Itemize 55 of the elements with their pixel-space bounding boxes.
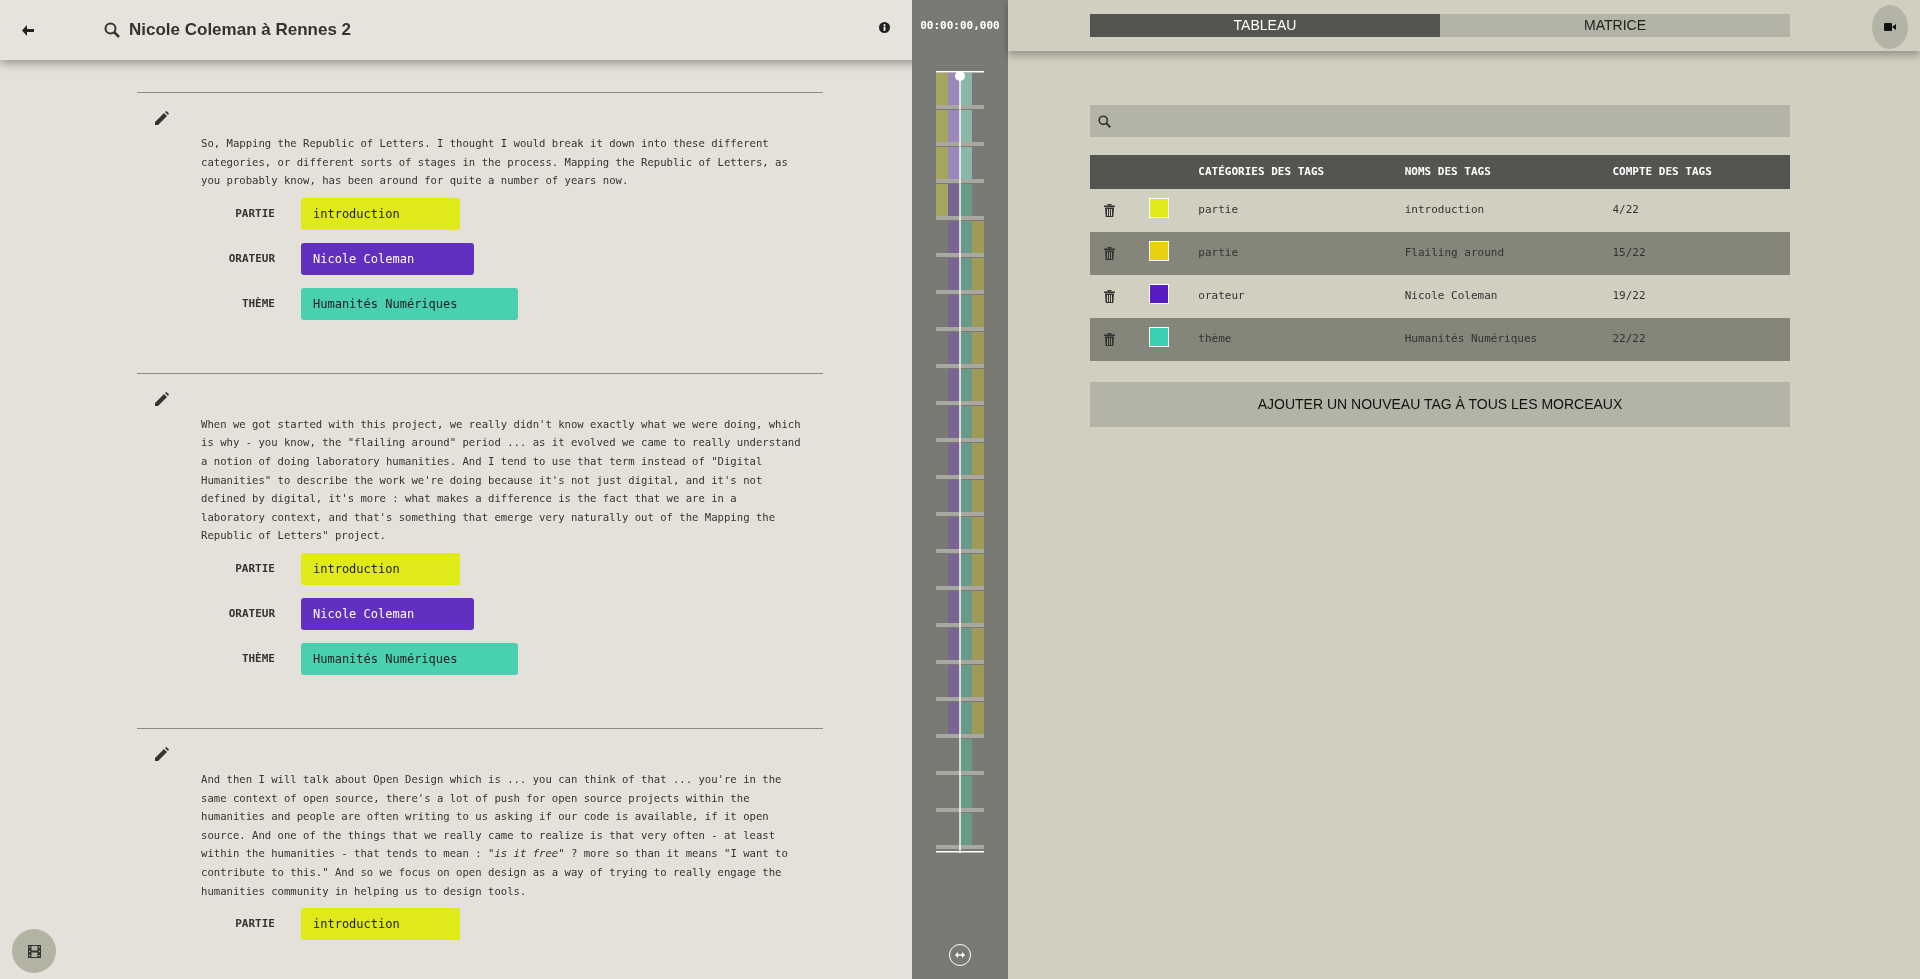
table-cell: Flailing around xyxy=(1403,232,1612,275)
view-tab[interactable]: MATRICE xyxy=(1440,14,1790,37)
tag-category: THÈME xyxy=(240,650,275,667)
tag-chip[interactable]: Humanités Numériques xyxy=(301,642,518,675)
table-cell: Humanités Numériques xyxy=(1403,318,1612,361)
add-tag-button[interactable]: AJOUTER UN NOUVEAU TAG À TOUS LES MORCEAUX xyxy=(1090,382,1790,427)
transcript-paragraph: And then I will talk about Open Design which is ... you can think of that ... you're in the same context of open source, there's a lot of push for open source projects within the humanities and people are often writing to us asking if our code is available, if it open source. And one of the things that we really came to realize is that very often - at least within the humanities - that tends to mean : "is it free" ? more so than it means "I want to contribute to this." And so we focus on open design as a way of trying to really engage the humanities community in helping us to design tools. xyxy=(201,771,789,899)
view-tab[interactable]: TABLEAU xyxy=(1090,14,1440,37)
info-icon[interactable] xyxy=(879,21,890,33)
tag-category: ORATEUR xyxy=(227,250,275,267)
table-cell: Nicole Coleman xyxy=(1403,275,1612,318)
column-header: NOMS DES TAGS xyxy=(1403,155,1612,189)
table-cell: 22/22 xyxy=(1611,318,1790,361)
tag-chip[interactable]: Humanités Numériques xyxy=(301,287,518,320)
transcript-paragraph: So, Mapping the Republic of Letters. I thought I would break it down into these different categories, or different sorts of stages in the process. Mapping the Republic of Letters, as you probably know, has been around for quite a number of years now. xyxy=(201,136,789,189)
film-button[interactable] xyxy=(12,929,56,973)
trash-icon[interactable] xyxy=(1104,203,1115,217)
back-arrow-icon[interactable] xyxy=(22,24,34,36)
arrows-icon xyxy=(955,952,965,958)
video-button[interactable] xyxy=(1872,5,1908,49)
search-field[interactable] xyxy=(1090,105,1790,137)
tag-chip[interactable]: introduction xyxy=(301,908,460,941)
video-camera-icon xyxy=(1884,23,1896,31)
timeline-drawing[interactable] xyxy=(936,70,984,853)
tag-category: PARTIE xyxy=(234,915,275,932)
pencil-icon[interactable] xyxy=(155,391,169,406)
transcript-paragraph: When we got started with this project, we really didn't know exactly what we were doing, which is why - you know, the "flailing around" period ... as it evolved we came to really understand a notion of doing laboratory humanities. And I tend to use that term instead of "Digital Humanities" to describe the work we're doing because it's not just digital, and it's not defined by digital, it's more : what makes a difference is the fact that we are in a laboratory context, and that's something that emerge very naturally out of the Mapping the Republic of Letters" project. xyxy=(201,416,801,544)
table-cell: partie xyxy=(1197,189,1404,232)
column-header: CATÉGORIES DES TAGS xyxy=(1197,155,1404,189)
timecode: 00:00:00,000 xyxy=(920,18,1000,34)
tag-category: PARTIE xyxy=(234,560,275,577)
search-icon[interactable] xyxy=(104,22,120,38)
tag-chip[interactable]: introduction xyxy=(301,197,460,230)
table-cell: partie xyxy=(1197,232,1404,275)
tag-chip[interactable]: Nicole Coleman xyxy=(301,242,475,275)
document-title: Nicole Coleman à Rennes 2 xyxy=(129,19,352,42)
tag-category: THÈME xyxy=(240,295,275,312)
search-icon xyxy=(1098,114,1111,128)
tag-chip[interactable]: Nicole Coleman xyxy=(301,597,475,630)
table-cell: 15/22 xyxy=(1611,232,1790,275)
table-cell: orateur xyxy=(1197,275,1404,318)
table-cell: thème xyxy=(1197,318,1404,361)
pencil-icon[interactable] xyxy=(155,111,169,125)
tag-category: ORATEUR xyxy=(227,605,275,622)
pencil-icon[interactable] xyxy=(155,746,169,761)
table-cell: introduction xyxy=(1403,189,1612,232)
table-cell: 19/22 xyxy=(1611,275,1790,318)
film-icon xyxy=(27,944,41,958)
trash-icon[interactable] xyxy=(1104,289,1115,303)
column-header: COMPTE DES TAGS xyxy=(1611,155,1790,189)
trash-icon[interactable] xyxy=(1104,332,1115,346)
tag-chip[interactable]: introduction xyxy=(301,552,460,585)
table-cell: 4/22 xyxy=(1611,189,1790,232)
trash-icon[interactable] xyxy=(1104,246,1115,260)
tag-category: PARTIE xyxy=(234,205,275,222)
